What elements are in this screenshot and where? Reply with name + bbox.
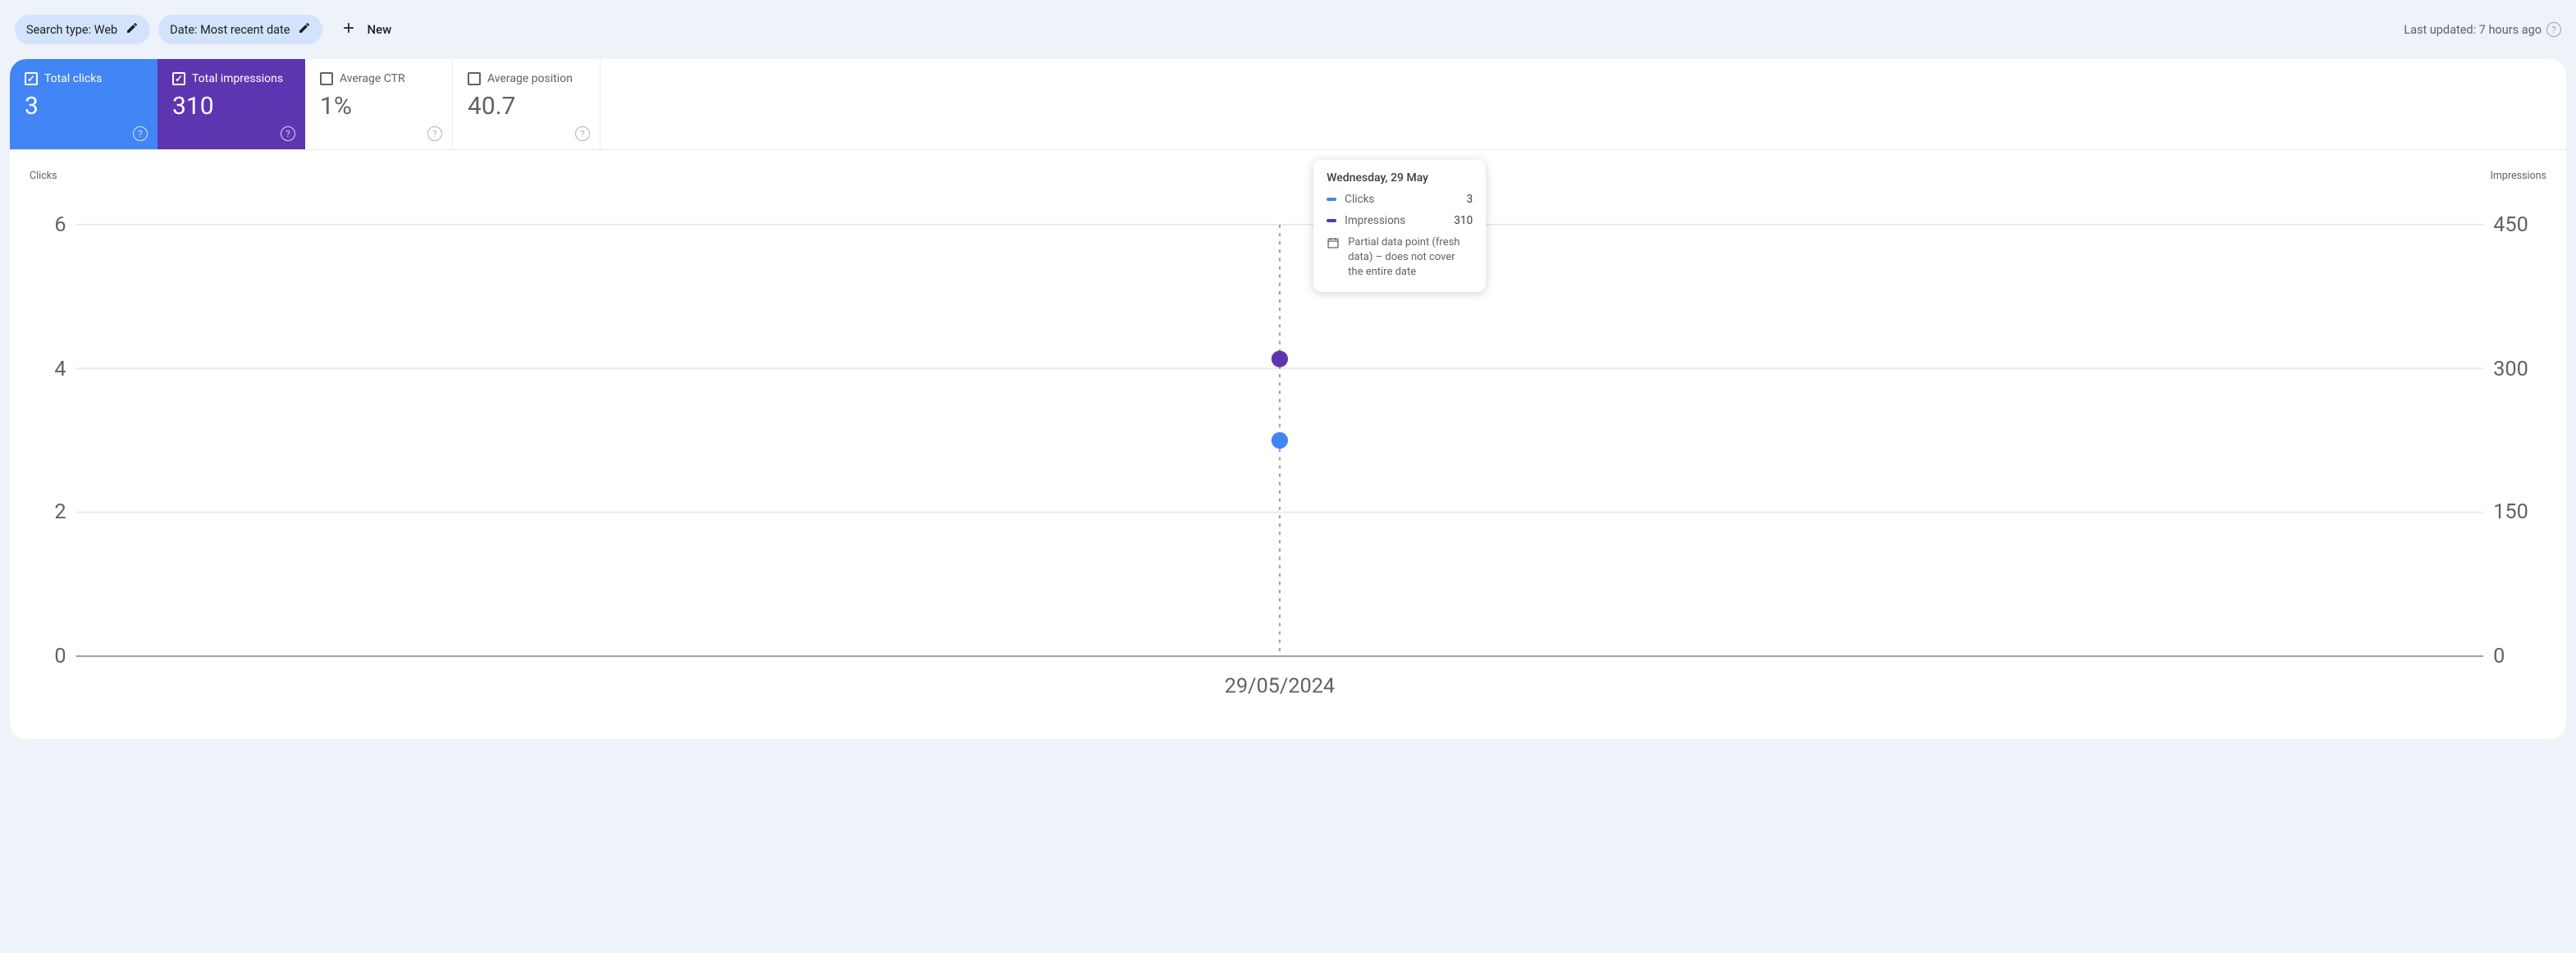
y-right-tick: 450 xyxy=(2493,213,2528,237)
metric-average-position[interactable]: Average position 40.7 ? xyxy=(453,59,601,149)
tooltip-title: Wednesday, 29 May xyxy=(1327,171,1473,185)
metric-total-impressions[interactable]: Total impressions 310 ? xyxy=(158,59,305,149)
tooltip-impressions-label: Impressions xyxy=(1345,214,1446,227)
filter-date-label: Date: Most recent date xyxy=(170,23,290,37)
metric-value: 310 xyxy=(172,92,290,121)
plus-icon xyxy=(340,20,357,39)
performance-chart: 0 2 4 6 0 150 300 450 29/05/2024 xyxy=(26,158,2550,723)
swatch-clicks xyxy=(1327,198,1336,201)
performance-card: Total clicks 3 ? Total impressions 310 ?… xyxy=(10,59,2566,739)
metrics-row: Total clicks 3 ? Total impressions 310 ?… xyxy=(10,59,2566,150)
checkbox-unchecked-icon xyxy=(468,72,481,85)
tooltip-note-text: Partial data point (fresh data) – does n… xyxy=(1348,235,1473,280)
data-point-impressions[interactable] xyxy=(1272,351,1288,367)
help-icon[interactable]: ? xyxy=(281,126,295,141)
help-icon[interactable]: ? xyxy=(2546,22,2561,37)
last-updated-label: Last updated: 7 hours ago xyxy=(2404,23,2542,37)
last-updated: Last updated: 7 hours ago ? xyxy=(2404,22,2568,37)
metric-label: Total impressions xyxy=(192,72,283,85)
swatch-impressions xyxy=(1327,219,1336,222)
x-tick: 29/05/2024 xyxy=(1225,675,1336,699)
filter-search-type[interactable]: Search type: Web xyxy=(15,15,150,44)
y-left-tick: 2 xyxy=(54,500,66,524)
y-left-tick: 6 xyxy=(54,213,66,237)
y-axis-left-title: Clicks xyxy=(30,170,57,182)
metric-total-clicks[interactable]: Total clicks 3 ? xyxy=(10,59,158,149)
metric-label: Average position xyxy=(487,72,573,85)
metric-value: 40.7 xyxy=(468,92,585,121)
add-filter-button[interactable]: New xyxy=(331,15,401,44)
help-icon[interactable]: ? xyxy=(133,126,148,141)
tooltip-clicks-value: 3 xyxy=(1467,193,1473,206)
pencil-icon xyxy=(126,21,139,38)
help-icon[interactable]: ? xyxy=(575,126,590,141)
metric-value: 1% xyxy=(320,92,437,121)
chart-tooltip: Wednesday, 29 May Clicks 3 Impressions 3… xyxy=(1313,160,1486,292)
y-right-tick: 300 xyxy=(2493,358,2528,381)
metric-average-ctr[interactable]: Average CTR 1% ? xyxy=(305,59,453,149)
y-right-tick: 150 xyxy=(2493,500,2528,524)
calendar-icon xyxy=(1327,235,1340,280)
checkbox-unchecked-icon xyxy=(320,72,333,85)
y-right-tick: 0 xyxy=(2493,645,2505,668)
metric-value: 3 xyxy=(25,92,143,121)
checkbox-checked-icon xyxy=(172,72,185,85)
data-point-clicks[interactable] xyxy=(1272,432,1288,449)
y-left-tick: 0 xyxy=(54,645,66,668)
y-axis-right-title: Impressions xyxy=(2490,170,2546,182)
checkbox-checked-icon xyxy=(25,72,38,85)
add-filter-label: New xyxy=(367,22,391,37)
tooltip-clicks-label: Clicks xyxy=(1345,193,1458,206)
filter-bar: Search type: Web Date: Most recent date … xyxy=(8,0,2568,59)
metric-label: Total clicks xyxy=(44,72,103,85)
filter-date[interactable]: Date: Most recent date xyxy=(158,15,322,44)
chart-area: Clicks Impressions 0 2 4 6 0 150 300 450 xyxy=(10,150,2566,739)
help-icon[interactable]: ? xyxy=(427,126,442,141)
pencil-icon xyxy=(298,21,311,38)
y-left-tick: 4 xyxy=(54,358,66,381)
tooltip-impressions-value: 310 xyxy=(1454,214,1473,227)
metric-label: Average CTR xyxy=(340,72,405,85)
filter-search-type-label: Search type: Web xyxy=(26,23,117,37)
